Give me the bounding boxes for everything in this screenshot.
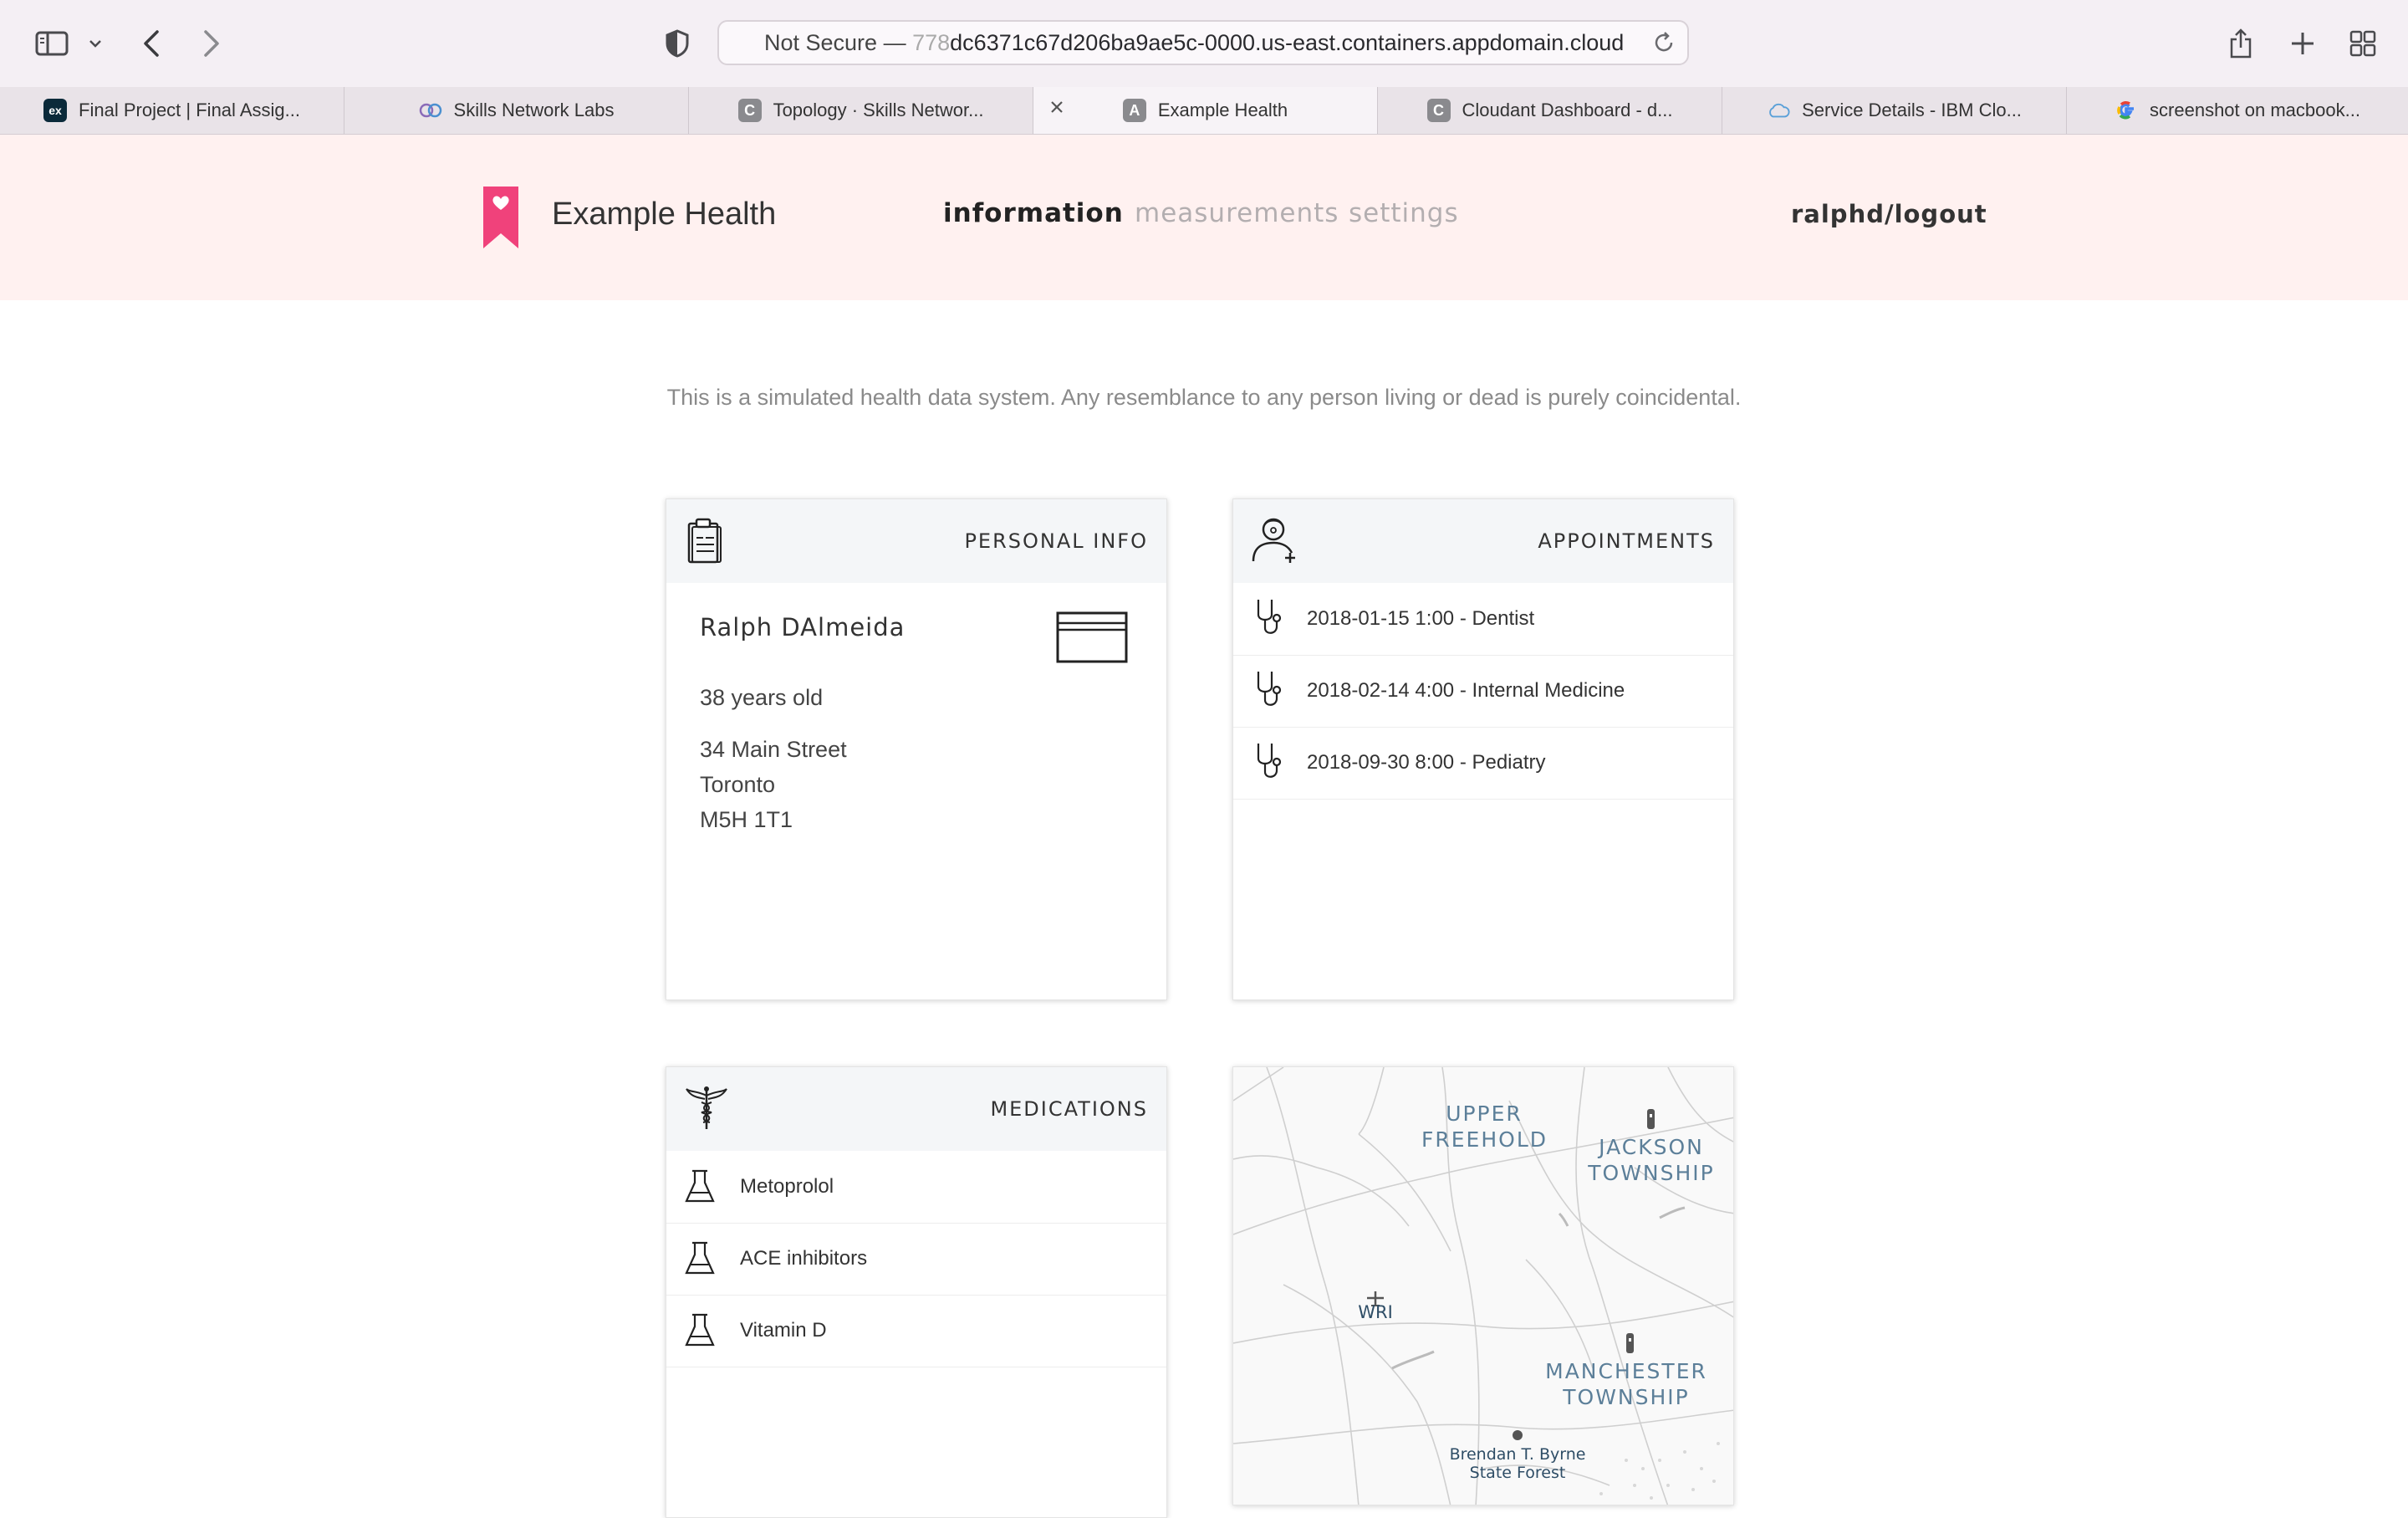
medication-name: Vitamin D xyxy=(740,1319,827,1342)
tab-label: Example Health xyxy=(1157,100,1288,120)
map-label-line: UPPER xyxy=(1446,1101,1523,1126)
map-label-wri: WRI xyxy=(1358,1302,1393,1322)
patient-street: 34 Main Street xyxy=(700,737,847,762)
appointment-row[interactable]: 2018-02-14 4:00 - Internal Medicine xyxy=(1233,655,1733,728)
nav-settings[interactable]: settings xyxy=(1349,198,1459,228)
appointment-text: 2018-09-30 8:00 - Pediatry xyxy=(1307,751,1546,774)
clipboard-icon xyxy=(686,518,723,569)
not-secure-label: Not Secure — xyxy=(764,30,906,55)
tab-service-details[interactable]: Service Details - IBM Clo... xyxy=(1722,87,2067,134)
doctor-icon xyxy=(1252,514,1298,569)
new-tab-icon[interactable] xyxy=(2288,25,2318,62)
map-view[interactable]: UPPER FREEHOLD JACKSON TOWNSHIP WRI MANC… xyxy=(1232,1066,1734,1505)
medication-name: Metoprolol xyxy=(740,1175,834,1198)
map-label-line: State Forest xyxy=(1469,1464,1566,1482)
medications-header: MEDICATIONS xyxy=(666,1067,1166,1151)
medications-card: MEDICATIONS Metoprolol ACE inhibitors Vi… xyxy=(666,1066,1167,1518)
medications-title: MEDICATIONS xyxy=(990,1097,1148,1121)
tab-label: Final Project | Final Assig... xyxy=(79,100,300,120)
tab-google-search[interactable]: screenshot on macbook... xyxy=(2067,87,2408,134)
patient-city: Toronto xyxy=(700,772,776,797)
stethoscope-icon xyxy=(1252,670,1285,714)
map-label-jackson: JACKSON TOWNSHIP xyxy=(1584,1134,1718,1186)
caduceus-icon xyxy=(685,1084,728,1135)
app-header: Example Health information measurements … xyxy=(0,135,2408,300)
tab-label: Skills Network Labs xyxy=(453,100,615,120)
map-label-manchester: MANCHESTER TOWNSHIP xyxy=(1543,1358,1710,1410)
appointment-row[interactable]: 2018-01-15 1:00 - Dentist xyxy=(1233,583,1733,656)
personal-info-header: PERSONAL INFO xyxy=(666,499,1166,583)
map-label-forest: Brendan T. Byrne State Forest xyxy=(1434,1445,1601,1482)
id-card-icon xyxy=(1056,611,1128,669)
patient-name: Ralph DAlmeida xyxy=(700,613,906,641)
skills-network-icon xyxy=(419,99,442,122)
map-label-line: FREEHOLD xyxy=(1421,1127,1548,1152)
medication-row[interactable]: Metoprolol xyxy=(666,1151,1166,1224)
tab-label: screenshot on macbook... xyxy=(2150,100,2360,120)
cloud-icon xyxy=(1767,99,1790,122)
url-text[interactable]: Not Secure — 778dc6371c67d206ba9ae5c-000… xyxy=(764,22,1634,64)
map-label-upper-freehold: UPPER FREEHOLD xyxy=(1421,1101,1547,1153)
appointment-text: 2018-01-15 1:00 - Dentist xyxy=(1307,607,1535,630)
back-icon[interactable] xyxy=(139,25,164,62)
flask-icon xyxy=(685,1241,715,1280)
edx-icon: ex xyxy=(43,99,68,122)
tab-favicon-c: C xyxy=(737,99,762,122)
patient-age: 38 years old xyxy=(700,685,824,710)
tab-label: Cloudant Dashboard - d... xyxy=(1462,100,1673,120)
url-faded-part: 778 xyxy=(912,30,951,55)
forward-icon[interactable] xyxy=(199,25,224,62)
tab-favicon-c: C xyxy=(1426,99,1451,122)
tab-overview-icon[interactable] xyxy=(2348,25,2378,62)
appointment-text: 2018-02-14 4:00 - Internal Medicine xyxy=(1307,679,1625,702)
shield-icon[interactable] xyxy=(662,25,692,62)
tab-cloudant[interactable]: C Cloudant Dashboard - d... xyxy=(1378,87,1722,134)
flask-icon xyxy=(685,1313,715,1352)
logout-link[interactable]: ralphd/logout xyxy=(1791,200,1987,228)
share-icon[interactable] xyxy=(2226,25,2256,62)
chevron-down-icon[interactable] xyxy=(85,25,105,62)
tab-favicon-a: A xyxy=(1122,99,1146,122)
medication-row[interactable]: ACE inhibitors xyxy=(666,1223,1166,1296)
tab-skills-network[interactable]: Skills Network Labs xyxy=(344,87,689,134)
tab-label: Service Details - IBM Clo... xyxy=(1802,100,2022,120)
map-label-line: TOWNSHIP xyxy=(1563,1385,1690,1409)
tab-topology[interactable]: C Topology · Skills Networ... xyxy=(689,87,1033,134)
medication-name: ACE inhibitors xyxy=(740,1247,868,1270)
appointments-title: APPOINTMENTS xyxy=(1538,529,1715,553)
tab-example-health[interactable]: A Example Health xyxy=(1033,87,1378,134)
sidebar-toggle-icon[interactable] xyxy=(33,25,70,62)
disclaimer-text: This is a simulated health data system. … xyxy=(666,385,1742,410)
map-label-line: MANCHESTER xyxy=(1545,1359,1707,1383)
nav-measurements[interactable]: measurements xyxy=(1135,198,1339,228)
reload-icon[interactable] xyxy=(1652,30,1676,59)
stethoscope-icon xyxy=(1252,742,1285,786)
map-label-line: Brendan T. Byrne xyxy=(1449,1445,1586,1464)
tab-bar: ex Final Project | Final Assig... Skills… xyxy=(0,87,2408,135)
personal-info-card: PERSONAL INFO Ralph DAlmeida 38 years ol… xyxy=(666,498,1167,1000)
appointment-row[interactable]: 2018-09-30 8:00 - Pediatry xyxy=(1233,727,1733,800)
map-label-line: TOWNSHIP xyxy=(1588,1161,1715,1185)
appointments-card: APPOINTMENTS 2018-01-15 1:00 - Dentist 2… xyxy=(1232,498,1734,1000)
nav-information[interactable]: information xyxy=(943,198,1124,228)
map-label-line: JACKSON xyxy=(1599,1135,1704,1159)
flask-icon xyxy=(685,1169,715,1209)
address-bar[interactable]: Not Secure — 778dc6371c67d206ba9ae5c-000… xyxy=(717,20,1689,65)
google-icon xyxy=(2115,99,2138,122)
tab-final-project[interactable]: ex Final Project | Final Assig... xyxy=(0,87,344,134)
medication-row[interactable]: Vitamin D xyxy=(666,1295,1166,1367)
personal-info-title: PERSONAL INFO xyxy=(964,529,1148,553)
url-main: dc6371c67d206ba9ae5c-0000.us-east.contai… xyxy=(950,30,1625,55)
app-name[interactable]: Example Health xyxy=(552,197,776,233)
stethoscope-icon xyxy=(1252,598,1285,642)
appointments-header: APPOINTMENTS xyxy=(1233,499,1733,583)
tab-label: Topology · Skills Networ... xyxy=(773,100,984,120)
browser-toolbar: Not Secure — 778dc6371c67d206ba9ae5c-000… xyxy=(0,0,2408,88)
close-tab-icon[interactable] xyxy=(1047,97,1067,122)
patient-postal-code: M5H 1T1 xyxy=(700,807,793,832)
heart-bookmark-logo-icon[interactable] xyxy=(483,187,518,253)
